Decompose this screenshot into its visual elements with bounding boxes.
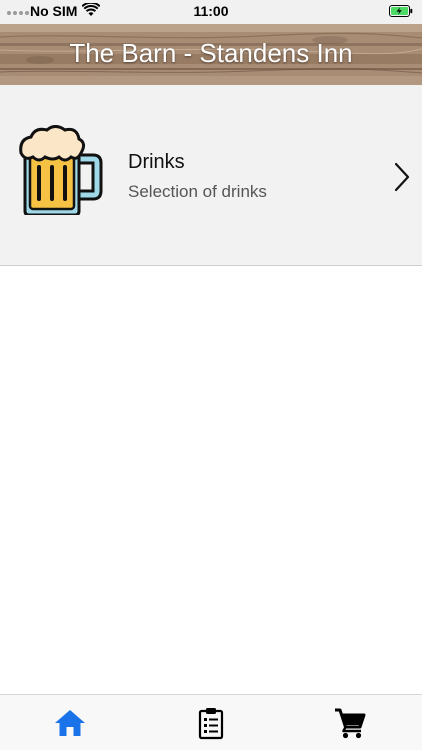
tab-bar	[0, 694, 422, 750]
battery-charging-icon	[389, 5, 413, 17]
chevron-right-icon	[394, 162, 410, 192]
list-item-title: Drinks	[128, 151, 185, 173]
clipboard-list-icon	[198, 708, 224, 740]
tab-orders[interactable]	[171, 695, 251, 750]
beer-mug-icon	[19, 125, 103, 215]
page-title: The Barn - Standens Inn	[69, 38, 353, 68]
status-time: 11:00	[193, 3, 229, 19]
list-item-drinks[interactable]: Drinks Selection of drinks	[0, 85, 422, 266]
tab-cart[interactable]	[310, 695, 390, 750]
home-icon	[55, 710, 85, 736]
tab-home[interactable]	[30, 695, 110, 750]
list-item-subtitle: Selection of drinks	[128, 182, 267, 201]
status-bar: No SIM 11:00	[0, 0, 422, 24]
shopping-cart-icon	[335, 708, 366, 739]
header-bar: The Barn - Standens Inn	[0, 24, 422, 85]
